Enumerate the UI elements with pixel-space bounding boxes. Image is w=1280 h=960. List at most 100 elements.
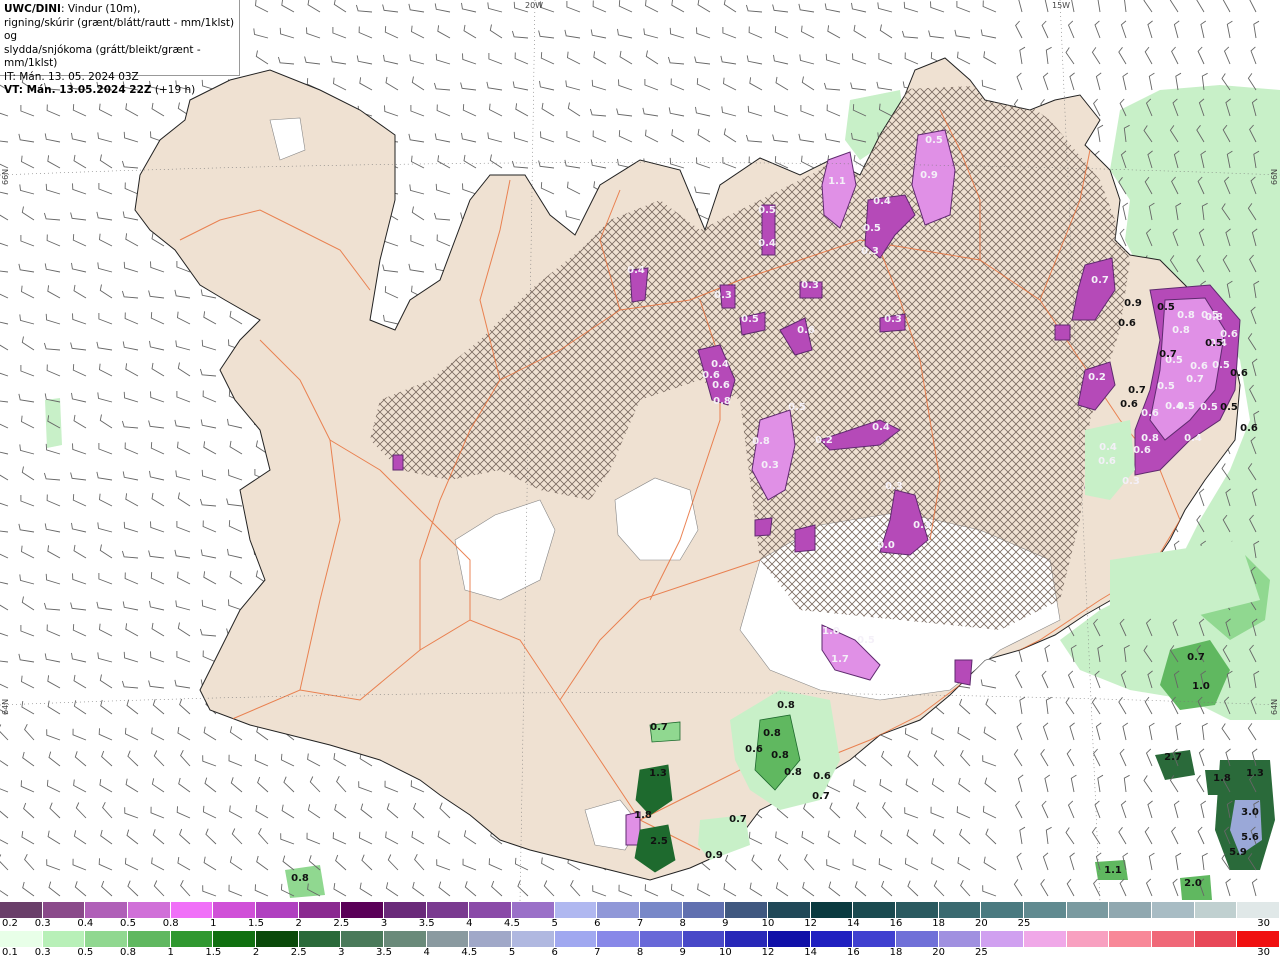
snow-value-label: 0.5 [1157, 381, 1175, 392]
lat-label-66n-left: 66N [1, 168, 10, 185]
rain-value-label: 0.6 [1240, 423, 1258, 434]
colorbar-swatch [469, 931, 513, 947]
colorbar-swatch [341, 931, 385, 947]
rain-value-label: 0.7 [1159, 349, 1177, 360]
colorbar-swatch [853, 931, 897, 947]
colorbar-label: 20 [932, 947, 946, 958]
snow-value-label: 0.8 [1205, 312, 1223, 323]
colorbar-label: 3.5 [418, 918, 435, 929]
snow-value-label: 0.7 [1186, 374, 1204, 385]
colorbar-swatch [554, 902, 598, 918]
snow-value-label: 0.4 [873, 196, 891, 207]
colorbar-swatch [896, 931, 939, 947]
colorbar-label: 5 [508, 947, 516, 958]
colorbar-swatch [682, 931, 726, 947]
colorbar-swatch [42, 931, 86, 947]
colorbar-swatch [554, 931, 598, 947]
colorbar-swatch [213, 931, 257, 947]
colorbar-label: 4 [423, 947, 430, 958]
rain-value-label: 0.8 [771, 750, 789, 761]
lat-label-64n-left: 64N [1, 698, 10, 715]
rain-value-label: 0.7 [729, 814, 747, 825]
snow-value-label: 0.5 [863, 223, 881, 234]
colorbar-swatch [256, 902, 299, 918]
colorbar-swatch [213, 902, 257, 918]
rain-value-label: 0.6 [745, 744, 763, 755]
snow-value-label: 0.6 [1133, 445, 1151, 456]
colorbar-swatch [640, 902, 683, 918]
rain-value-label: 0.6 [1230, 368, 1248, 379]
snow-value-label: 0.3 [714, 290, 732, 301]
colorbar-label: 0.5 [120, 918, 136, 929]
colorbar-label: 10 [761, 918, 775, 929]
colorbar-swatch [1109, 902, 1153, 918]
rain-value-label: 2.0 [1184, 878, 1202, 889]
lon-label-20w: 20W [525, 1, 544, 10]
colorbar-label: 1.5 [248, 918, 264, 929]
colorbar-label: 2 [252, 947, 260, 958]
rain-value-label: 0.6 [813, 771, 831, 782]
rain-value-label: 0.9 [705, 850, 723, 861]
snow-value-label: 0.4 [711, 359, 729, 370]
snow-value-label: 0.3 [801, 280, 819, 291]
colorbar-label: 0.5 [77, 947, 94, 958]
colorbar-swatch [1152, 902, 1195, 918]
snow-value-label: 0.5 [758, 205, 776, 216]
snow-colorbar: 0.2 0.3 0.4 0.5 0.8 1 1.5 2 2.5 3 3.5 4 4.5 5 6 7 8 9 10 12… [0, 902, 1280, 931]
colorbar-swatch [426, 902, 470, 918]
valid-time-line: VT: Mán. 13.05.2024 22Z (+19 h) [4, 84, 235, 98]
colorbar-swatch [896, 902, 939, 918]
rain-value-label: 1.0 [1192, 681, 1210, 692]
snow-value-label: 0.3 [761, 460, 779, 471]
rain-value-label: 3.0 [1241, 807, 1259, 818]
colorbar-label: 6 [594, 918, 601, 929]
snow-value-label: 0.6 [1141, 408, 1159, 419]
colorbar-swatch [469, 902, 513, 918]
rain-value-label: 0.5 [1157, 302, 1175, 313]
colorbar-swatch [597, 902, 641, 918]
colorbar-swatch [298, 931, 342, 947]
colorbar-swatch [640, 931, 683, 947]
snow-value-label: 0.5 [788, 402, 806, 413]
rain-value-label: 0.9 [1124, 298, 1142, 309]
colorbar-label: 9 [679, 947, 686, 958]
colorbar-label: 16 [889, 918, 903, 929]
snow-value-label: 0.8 [713, 396, 731, 407]
colorbar-label: 12 [804, 918, 818, 929]
colorbar-swatch [1194, 931, 1238, 947]
colorbar-swatch [810, 902, 854, 918]
snow-value-label: 0.4 [872, 422, 890, 433]
colorbar-swatch [384, 902, 427, 918]
colorbar-swatch [853, 902, 897, 918]
colorbar-swatch [42, 902, 86, 918]
colorbar-label: 18 [932, 918, 946, 929]
rain-value-label: 0.5 [1220, 402, 1238, 413]
colorbar-swatch [0, 902, 43, 918]
rain-value-label: 1.1 [1104, 865, 1122, 876]
rain-value-label: 0.6 [1120, 399, 1138, 410]
rain-colorbar: 0.1 0.3 0.5 0.8 1 1.5 2 2.5 3 3.5 4 4.5 5 6 7 8 9 10 12 14 1… [0, 931, 1280, 960]
colorbar-swatch [298, 902, 342, 918]
colorbar-label: 2 [295, 918, 302, 929]
colorbar-swatch [0, 931, 43, 947]
snow-value-label: 0.8 [1177, 310, 1195, 321]
model-name: UWC/DINI [4, 3, 61, 15]
colorbar-swatch [1066, 902, 1110, 918]
rain-value-label: 1.8 [634, 810, 652, 821]
rain-value-label: 1.3 [649, 768, 667, 779]
colorbar-swatch [981, 931, 1025, 947]
colorbar-label: 3.5 [376, 947, 392, 958]
colorbar-label: 30 [1257, 947, 1270, 958]
colorbar-label: 4.5 [461, 947, 478, 958]
colorbar-swatch [810, 931, 854, 947]
colorbar-swatch [170, 902, 214, 918]
snow-value-label: 0.3 [861, 246, 879, 257]
rain-value-label: 0.5 [1205, 338, 1223, 349]
snow-value-label: 0.5 [925, 135, 943, 146]
rain-value-label: 0.8 [784, 767, 802, 778]
rain-value-label: 2.5 [650, 836, 668, 847]
snow-value-label: 0.6 [712, 380, 730, 391]
colorbar-label: 0.8 [120, 947, 136, 958]
valid-time: VT: Mán. 13.05.2024 22Z [4, 84, 152, 96]
rain-value-label: 0.8 [291, 873, 309, 884]
